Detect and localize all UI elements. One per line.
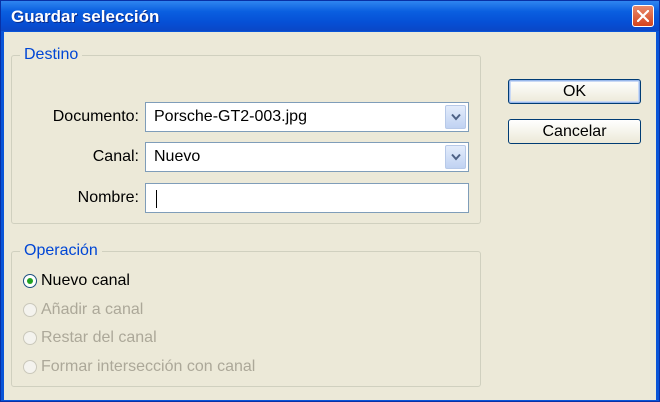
radio-button[interactable]: [23, 303, 37, 317]
radio-label: Formar intersección con canal: [41, 358, 256, 375]
title-bar[interactable]: Guardar selección: [1, 1, 659, 31]
window-title: Guardar selección: [11, 7, 160, 26]
text-caret: [156, 190, 157, 208]
radio-button-checked[interactable]: [23, 274, 37, 288]
radio-formar-interseccion[interactable]: Formar intersección con canal: [23, 358, 255, 376]
nombre-input[interactable]: [145, 183, 469, 213]
radio-label: Nuevo canal: [41, 272, 130, 289]
canal-select[interactable]: Nuevo: [145, 142, 469, 172]
radio-label: Añadir a canal: [41, 301, 144, 318]
radio-restar-del-canal[interactable]: Restar del canal: [23, 329, 157, 347]
cancel-button[interactable]: Cancelar: [508, 119, 641, 144]
documento-label: Documento:: [52, 108, 139, 125]
canal-label: Canal:: [92, 148, 139, 165]
close-icon: [637, 10, 649, 22]
operacion-legend: Operación: [24, 242, 98, 259]
canal-dropdown-button[interactable]: [445, 145, 466, 169]
radio-button[interactable]: [23, 331, 37, 345]
documento-select[interactable]: Porsche-GT2-003.jpg: [145, 102, 469, 132]
ok-button[interactable]: OK: [508, 79, 641, 104]
close-button[interactable]: [632, 5, 654, 27]
radio-label: Restar del canal: [41, 329, 157, 346]
chevron-down-icon: [450, 153, 461, 161]
chevron-down-icon: [450, 113, 461, 121]
radio-nuevo-canal[interactable]: Nuevo canal: [23, 272, 130, 290]
documento-dropdown-button[interactable]: [445, 105, 466, 129]
destino-legend: Destino: [24, 46, 79, 63]
documento-value: Porsche-GT2-003.jpg: [154, 108, 307, 125]
radio-button[interactable]: [23, 360, 37, 374]
canal-value: Nuevo: [154, 148, 201, 165]
radio-anadir-a-canal[interactable]: Añadir a canal: [23, 301, 143, 319]
save-selection-dialog: Guardar selección Destino Documento: Por…: [0, 0, 660, 402]
nombre-label: Nombre:: [77, 189, 139, 206]
